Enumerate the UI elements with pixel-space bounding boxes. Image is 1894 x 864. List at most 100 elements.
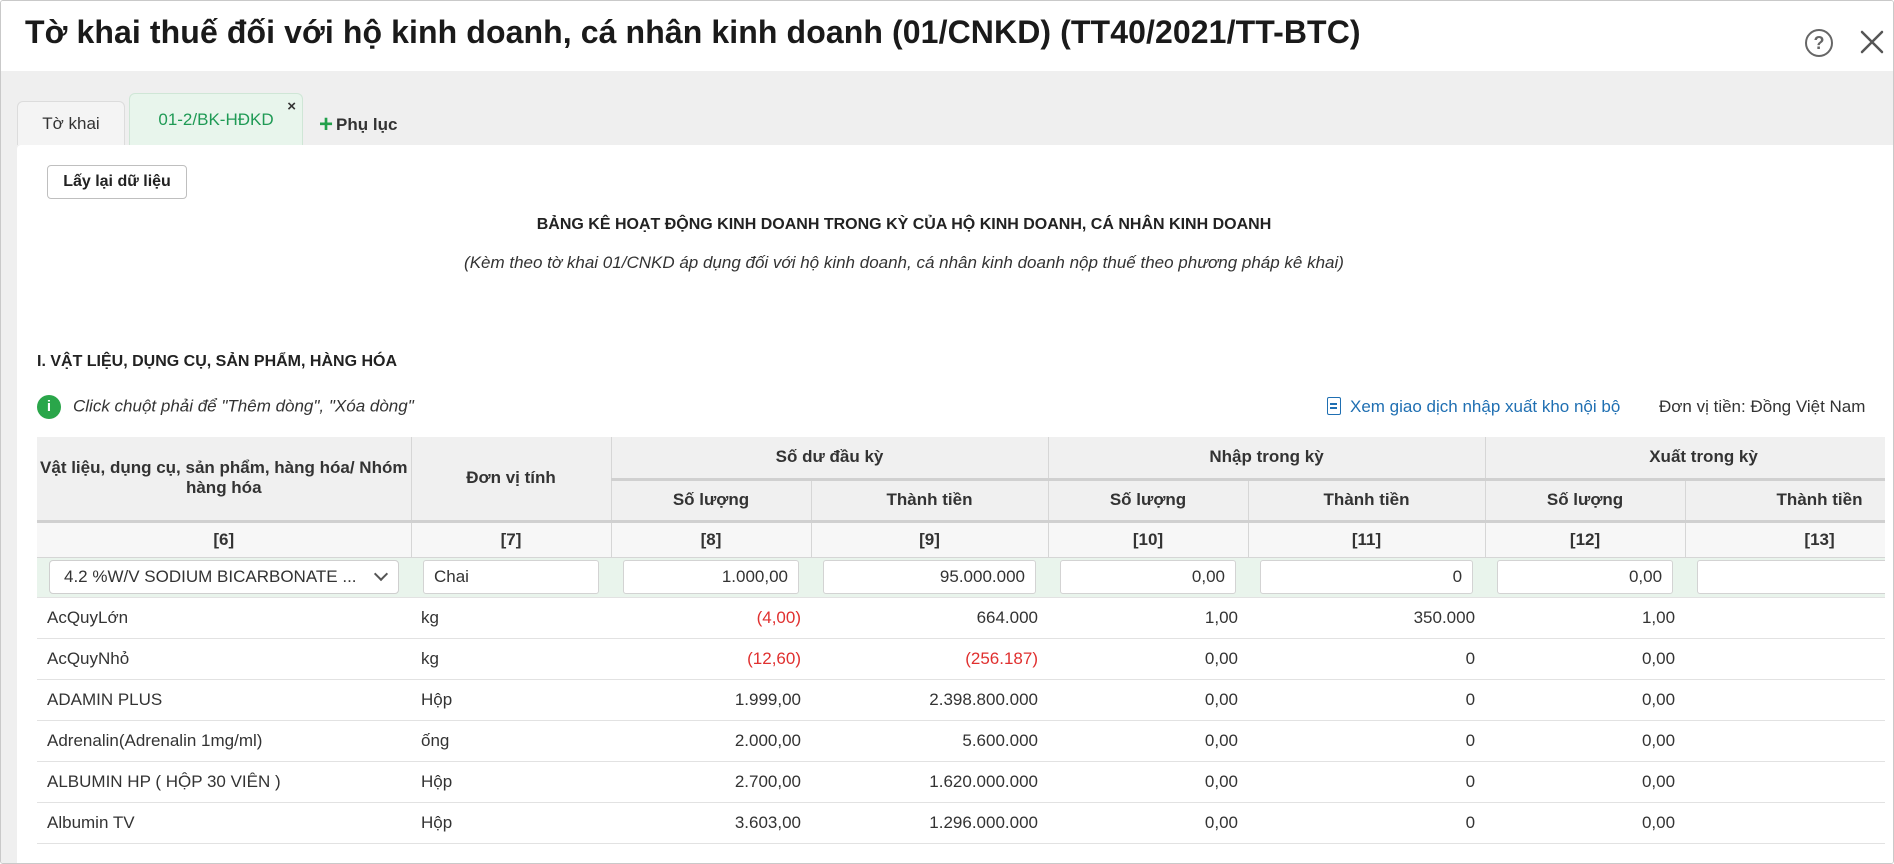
close-icon[interactable]	[1857, 27, 1887, 57]
unit: Hộp	[411, 802, 611, 844]
open-amount: (256.187)	[811, 638, 1049, 680]
item-name: AcQuyLớn	[37, 597, 411, 639]
col-number: [12]	[1485, 521, 1686, 558]
header-in-amount: Thành tiền	[1248, 479, 1486, 523]
view-warehouse-transactions-link[interactable]: Xem giao dịch nhập xuất kho nội bộ	[1327, 397, 1620, 417]
out-qty: 1,00	[1485, 597, 1686, 639]
open-amount: 5.600.000	[811, 720, 1049, 762]
content-panel: Lấy lại dữ liệu BẢNG KÊ HOẠT ĐỘNG KINH D…	[17, 145, 1893, 863]
chevron-down-icon	[373, 566, 389, 582]
item-name: ALBUMIN HP ( HỘP 30 VIÊN )	[37, 761, 411, 803]
open-qty: 3.603,00	[611, 802, 811, 844]
out-qty: 0,00	[1485, 802, 1686, 844]
in-qty: 0,00	[1048, 802, 1249, 844]
item-select-value: 4.2 %W/V SODIUM BICARBONATE ...	[64, 567, 357, 586]
tab-label: 01-2/BK-HĐKD	[158, 110, 274, 129]
link-label: Xem giao dịch nhập xuất kho nội bộ	[1350, 397, 1621, 416]
table-row[interactable]: AcQuyLớn kg (4,00) 664.000 1,00 350.000 …	[37, 597, 1885, 639]
open-amount-input[interactable]: 95.000.000	[823, 560, 1037, 594]
out-amount	[1685, 720, 1885, 762]
header-out-amount: Thành tiền	[1685, 479, 1885, 523]
in-qty: 0,00	[1048, 679, 1249, 721]
data-table: Vật liệu, dụng cụ, sản phẩm, hàng hóa/ N…	[37, 437, 1885, 844]
header-unit: Đơn vị tính	[411, 437, 612, 523]
workspace: Tờ khai 01-2/BK-HĐKD × + Phụ lục Lấy lại …	[1, 71, 1893, 863]
open-qty: 2.000,00	[611, 720, 811, 762]
header-in-qty: Số lượng	[1048, 479, 1249, 523]
addendum-label: Phụ lục	[336, 115, 398, 134]
header-import: Nhập trong kỳ	[1048, 437, 1486, 481]
in-qty: 0,00	[1048, 720, 1249, 762]
header-open-amount: Thành tiền	[811, 479, 1049, 523]
table-row[interactable]: Adrenalin(Adrenalin 1mg/ml) ống 2.000,00…	[37, 720, 1885, 762]
help-icon[interactable]: ?	[1805, 29, 1833, 57]
item-name: Adrenalin(Adrenalin 1mg/ml)	[37, 720, 411, 762]
plus-icon: +	[319, 111, 334, 138]
dialog-window: Tờ khai thuế đối với hộ kinh doanh, cá n…	[0, 0, 1894, 864]
open-qty: (4,00)	[611, 597, 811, 639]
in-amount: 0	[1248, 720, 1486, 762]
open-amount: 1.296.000.000	[811, 802, 1049, 844]
table-row[interactable]: ALBUMIN HP ( HỘP 30 VIÊN ) Hộp 2.700,00 …	[37, 761, 1885, 803]
item-cell: 4.2 %W/V SODIUM BICARBONATE ...	[37, 557, 411, 598]
out-amount-input[interactable]	[1697, 560, 1885, 594]
open-amount: 664.000	[811, 597, 1049, 639]
in-amount: 0	[1248, 802, 1486, 844]
item-name: ADAMIN PLUS	[37, 679, 411, 721]
dialog-title: Tờ khai thuế đối với hộ kinh doanh, cá n…	[25, 14, 1361, 50]
unit-cell: Chai	[411, 557, 611, 598]
col-number: [10]	[1048, 521, 1249, 558]
document-icon	[1327, 397, 1341, 415]
in-qty-cell: 0,00	[1048, 557, 1249, 598]
report-subtitle: (Kèm theo tờ khai 01/CNKD áp dụng đối vớ…	[464, 253, 1344, 272]
out-amount	[1685, 679, 1885, 721]
in-qty: 0,00	[1048, 638, 1249, 680]
out-qty: 0,00	[1485, 638, 1686, 680]
in-amount: 0	[1248, 638, 1486, 680]
col-number: [9]	[811, 521, 1049, 558]
data-table-container[interactable]: Vật liệu, dụng cụ, sản phẩm, hàng hóa/ N…	[37, 437, 1885, 863]
add-addendum-button[interactable]: + Phụ lục	[319, 111, 398, 138]
in-amount: 0	[1248, 679, 1486, 721]
unit-input[interactable]: Chai	[423, 560, 599, 594]
header-export: Xuất trong kỳ	[1485, 437, 1885, 481]
col-number: [7]	[411, 521, 612, 558]
col-number: [11]	[1248, 521, 1486, 558]
tab-close-icon[interactable]: ×	[287, 98, 296, 116]
in-qty-input[interactable]: 0,00	[1060, 560, 1237, 594]
table-row[interactable]: AcQuyNhỏ kg (12,60) (256.187) 0,00 0 0,0…	[37, 638, 1885, 680]
item-select[interactable]: 4.2 %W/V SODIUM BICARBONATE ...	[49, 560, 399, 594]
out-qty-input[interactable]: 0,00	[1497, 560, 1674, 594]
out-amount	[1685, 761, 1885, 803]
section-title: I. VẬT LIỆU, DỤNG CỤ, SẢN PHẨM, HÀNG HÓA	[37, 353, 398, 370]
open-qty: (12,60)	[611, 638, 811, 680]
title-bar: Tờ khai thuế đối với hộ kinh doanh, cá n…	[1, 1, 1893, 71]
header-out-qty: Số lượng	[1485, 479, 1686, 523]
out-qty: 0,00	[1485, 761, 1686, 803]
open-amount: 1.620.000.000	[811, 761, 1049, 803]
out-amount	[1685, 638, 1885, 680]
unit: kg	[411, 638, 611, 680]
open-amount-cell: 95.000.000	[811, 557, 1049, 598]
table-row[interactable]: Albumin TV Hộp 3.603,00 1.296.000.000 0,…	[37, 802, 1885, 844]
out-qty-cell: 0,00	[1485, 557, 1686, 598]
open-qty: 1.999,00	[611, 679, 811, 721]
tab-to-khai[interactable]: Tờ khai	[17, 101, 125, 145]
open-qty-input[interactable]: 1.000,00	[623, 560, 799, 594]
currency-unit: Đơn vị tiền: Đồng Việt Nam	[1659, 397, 1866, 416]
reload-data-button[interactable]: Lấy lại dữ liệu	[47, 165, 187, 199]
out-qty: 0,00	[1485, 679, 1686, 721]
unit: kg	[411, 597, 611, 639]
in-amount-input[interactable]: 0	[1260, 560, 1474, 594]
out-qty: 0,00	[1485, 720, 1686, 762]
out-amount	[1685, 597, 1885, 639]
in-amount-cell: 0	[1248, 557, 1486, 598]
out-amount	[1685, 802, 1885, 844]
tab-bang-ke[interactable]: 01-2/BK-HĐKD ×	[129, 93, 303, 145]
hint: i Click chuột phải để "Thêm dòng", "Xóa d…	[37, 395, 414, 421]
unit: Hộp	[411, 679, 611, 721]
in-qty: 0,00	[1048, 761, 1249, 803]
col-number: [6]	[37, 521, 412, 558]
in-amount: 0	[1248, 761, 1486, 803]
table-row[interactable]: ADAMIN PLUS Hộp 1.999,00 2.398.800.000 0…	[37, 679, 1885, 721]
